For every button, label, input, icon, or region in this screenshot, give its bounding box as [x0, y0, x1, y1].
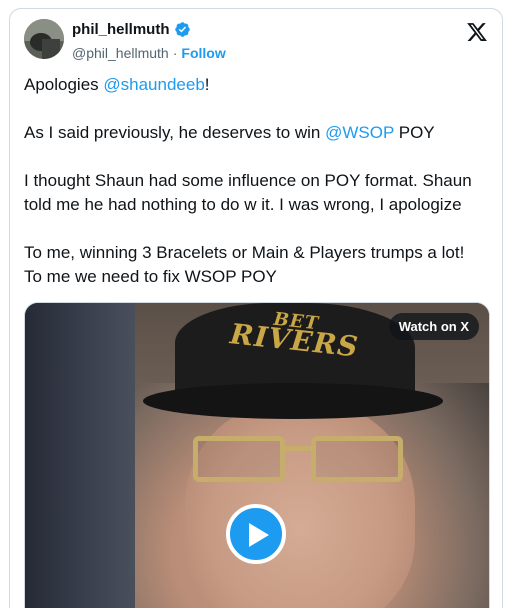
author-name-row: phil_hellmuth	[72, 21, 191, 38]
tweet-line-2: As I said previously, he deserves to win…	[24, 123, 435, 142]
author-handle-row: @phil_hellmuth · Follow	[72, 45, 226, 61]
watch-on-x-button[interactable]: Watch on X	[388, 313, 479, 340]
play-icon	[249, 523, 269, 547]
tweet-paragraph-4: To me, winning 3 Bracelets or Main & Pla…	[24, 243, 465, 286]
mention-shaundeeb[interactable]: @shaundeeb	[103, 75, 204, 94]
video-media[interactable]: BET RIVERS Watch on X	[24, 302, 490, 608]
author-name[interactable]: phil_hellmuth	[72, 21, 170, 38]
tweet-paragraph-3: I thought Shaun had some influence on PO…	[24, 171, 472, 214]
video-thumbnail-face	[185, 401, 415, 608]
tweet-text: Apologies @shaundeeb! As I said previous…	[24, 73, 494, 313]
play-button[interactable]	[226, 504, 286, 564]
follow-button[interactable]: Follow	[181, 45, 225, 61]
glasses	[193, 436, 413, 488]
mention-wsop[interactable]: @WSOP	[325, 123, 394, 142]
verified-badge-icon	[174, 22, 190, 37]
tweet-line-1: Apologies @shaundeeb!	[24, 75, 210, 94]
separator-dot: ·	[172, 45, 178, 61]
tweet-card: phil_hellmuth @phil_hellmuth · Follow Ap…	[9, 8, 503, 608]
x-logo-icon[interactable]	[466, 21, 488, 43]
avatar[interactable]	[24, 19, 64, 59]
author-handle[interactable]: @phil_hellmuth	[72, 45, 169, 61]
